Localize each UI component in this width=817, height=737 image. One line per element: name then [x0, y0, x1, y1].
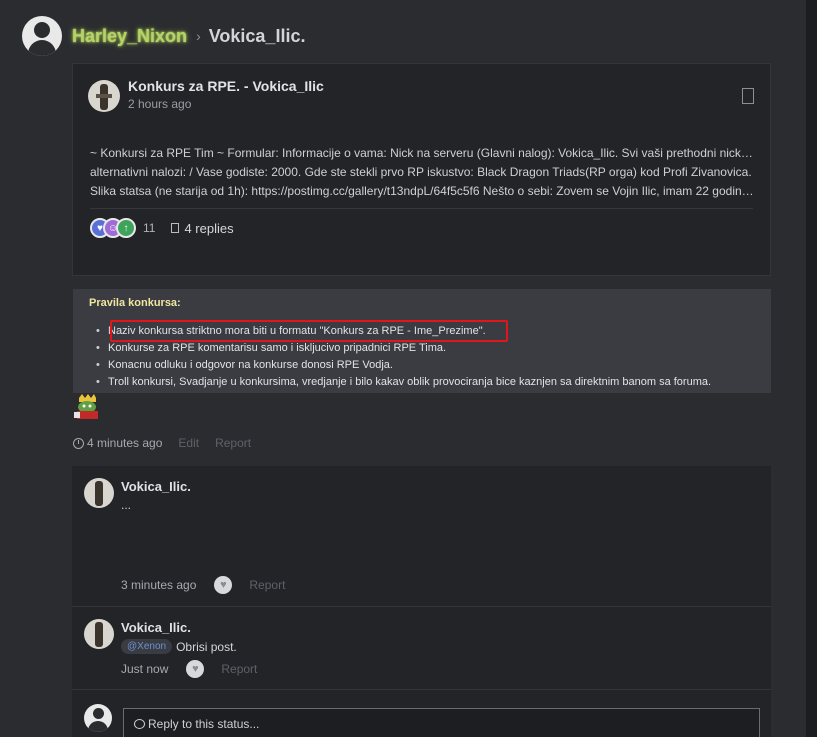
- comment-item: Vokica_Ilic. ... 3 minutes ago ♥ Report: [72, 466, 771, 607]
- mention-tag[interactable]: @Xenon: [121, 639, 173, 654]
- comment-body: @Xenon Obrisi post.: [121, 639, 237, 654]
- post-timestamp[interactable]: 4 minutes ago: [87, 436, 162, 450]
- report-link[interactable]: Report: [221, 662, 257, 676]
- excerpt-line: ~ Konkursi za RPE Tim ~ Formular: Inform…: [90, 146, 755, 160]
- comment-text: ...: [121, 498, 132, 512]
- current-user-avatar: [84, 704, 112, 732]
- rule-item: Troll konkursi, Svadjanje u konkursima, …: [96, 374, 711, 391]
- reactions-bar[interactable]: ♥ ☺ ↑ 11 4 replies: [90, 218, 234, 238]
- scrollbar-track[interactable]: [806, 0, 817, 737]
- comment-icon: [171, 223, 180, 233]
- reply-input[interactable]: Reply to this status...: [123, 708, 760, 737]
- rule-item: Konacnu odluku i odgovor na konkurse don…: [96, 357, 711, 374]
- topic-title-link[interactable]: Konkurs za RPE. - Vokica_Ilic: [128, 78, 324, 94]
- report-link[interactable]: Report: [249, 578, 285, 592]
- speech-bubble-icon: [134, 718, 145, 729]
- edit-link[interactable]: Edit: [178, 436, 199, 450]
- comment-author-link[interactable]: Vokica_Ilic.: [121, 620, 191, 635]
- heart-icon[interactable]: ♥: [214, 576, 233, 594]
- comment-text: Obrisi post.: [176, 639, 237, 654]
- post-meta: 4 minutes ago Edit Report: [73, 436, 251, 450]
- chevron-right-icon: ›: [196, 28, 201, 44]
- embedded-topic-card[interactable]: Konkurs za RPE. - Vokica_Ilic 2 hours ag…: [72, 63, 771, 276]
- excerpt-line: Slika statsa (ne starija od 1h): https:/…: [90, 184, 755, 198]
- replies-link[interactable]: 4 replies: [171, 220, 234, 236]
- rules-title: Pravila konkursa:: [89, 297, 181, 309]
- divider: [90, 208, 753, 209]
- comment-avatar[interactable]: [84, 619, 114, 649]
- status-author-link[interactable]: Harley_Nixon: [72, 26, 187, 47]
- reply-area: Reply to this status...: [72, 690, 771, 737]
- pepe-king-sticker-icon: [74, 394, 98, 419]
- comment-timestamp[interactable]: 3 minutes ago: [121, 578, 196, 592]
- comment-avatar[interactable]: [84, 478, 114, 508]
- bookmark-icon[interactable]: [742, 88, 754, 104]
- author-avatar[interactable]: [22, 16, 62, 56]
- excerpt-line: alternativni nalozi: / Vase godiste: 200…: [90, 165, 752, 179]
- comment-author-link[interactable]: Vokica_Ilic.: [121, 479, 191, 494]
- comment-footer: Just now ♥ Report: [121, 660, 257, 678]
- highlight-annotation: [110, 320, 508, 342]
- rule-item: Konkurse za RPE komentarisu samo i isklj…: [96, 340, 711, 357]
- status-target-link[interactable]: Vokica_Ilic.: [209, 26, 306, 47]
- status-header: Harley_Nixon › Vokica_Ilic.: [22, 14, 305, 58]
- reaction-count[interactable]: 11: [143, 221, 155, 235]
- topic-timestamp: 2 hours ago: [128, 97, 192, 111]
- topic-excerpt: ~ Konkursi za RPE Tim ~ Formular: Inform…: [90, 144, 755, 201]
- comment-timestamp[interactable]: Just now: [121, 662, 168, 676]
- topic-author-avatar[interactable]: [88, 80, 120, 112]
- reply-placeholder: Reply to this status...: [148, 716, 260, 731]
- report-link[interactable]: Report: [215, 436, 251, 450]
- heart-icon[interactable]: ♥: [186, 660, 205, 678]
- comments-section: Vokica_Ilic. ... 3 minutes ago ♥ Report …: [72, 466, 771, 737]
- upvote-reaction-icon[interactable]: ↑: [116, 218, 136, 238]
- replies-label: 4 replies: [184, 220, 234, 236]
- comment-item: Vokica_Ilic. @Xenon Obrisi post. Just no…: [72, 607, 771, 690]
- clock-icon: [73, 437, 84, 449]
- comment-footer: 3 minutes ago ♥ Report: [121, 576, 285, 594]
